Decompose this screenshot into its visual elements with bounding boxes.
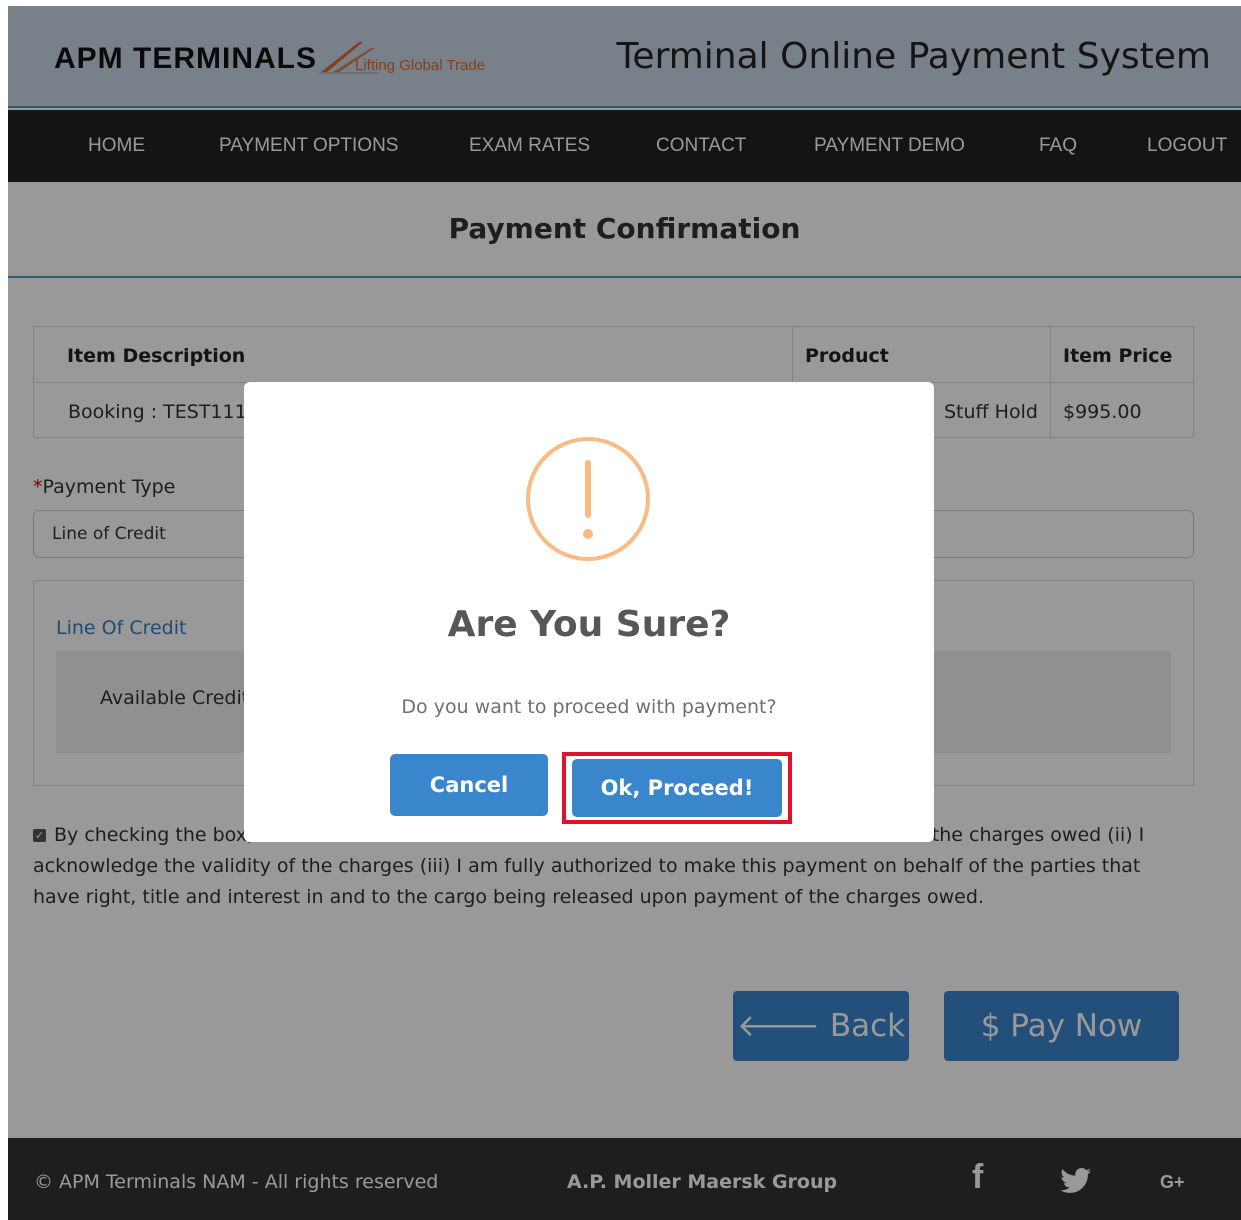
warning-icon (526, 437, 650, 561)
dialog-title: Are You Sure? (447, 604, 731, 645)
dialog-message: Do you want to proceed with payment? (401, 696, 777, 718)
page: APM TERMINALS Lifting Global Trade Termi… (8, 6, 1241, 1220)
ok-proceed-button[interactable]: Ok, Proceed! (572, 759, 782, 817)
confirm-dialog: Are You Sure? Do you want to proceed wit… (244, 382, 934, 842)
cancel-button[interactable]: Cancel (390, 754, 548, 816)
